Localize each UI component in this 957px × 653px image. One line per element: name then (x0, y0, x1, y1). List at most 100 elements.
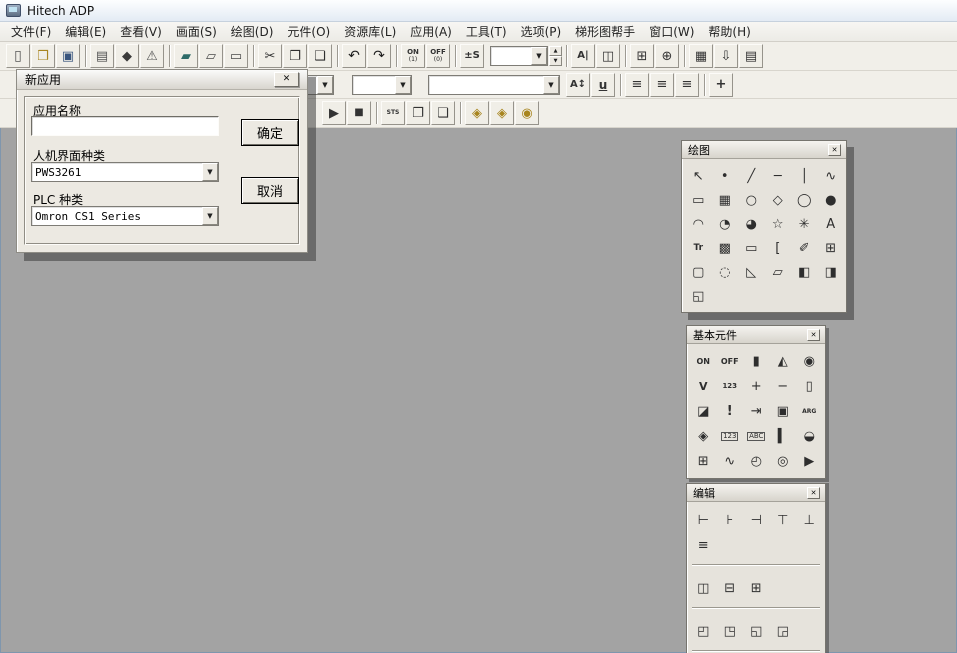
ok-button[interactable]: 确定 (241, 119, 299, 146)
download-icon[interactable]: ⇩ (714, 44, 738, 68)
point-tool[interactable]: • (712, 164, 739, 188)
window-titlebar[interactable]: Hitech ADP (0, 0, 957, 22)
lock-icon-1[interactable]: ◈ (465, 101, 489, 125)
polygon-tool[interactable]: ◇ (765, 188, 792, 212)
underline-icon[interactable]: u (591, 73, 615, 97)
dialog-titlebar[interactable]: 新应用 ✕ (17, 70, 307, 90)
line-tool[interactable]: ╱ (738, 164, 765, 188)
menu-item-object[interactable]: 元件(O) (280, 21, 337, 42)
ellipse-tool[interactable]: ◯ (791, 188, 818, 212)
spin-up-icon[interactable]: ▲ (549, 46, 562, 56)
menu-item-view[interactable]: 查看(V) (113, 21, 169, 42)
menu-item-window[interactable]: 窗口(W) (642, 21, 701, 42)
pie-tool[interactable]: ◔ (712, 212, 739, 236)
state-select-icon[interactable]: ±S (460, 44, 484, 68)
dialog-close-button[interactable]: ✕ (274, 72, 299, 87)
plc-type-combo[interactable]: Omron CS1 Series ▼ (31, 206, 219, 226)
menu-item-file[interactable]: 文件(F) (4, 21, 58, 42)
state-combo-dropdown-button[interactable]: ▼ (531, 47, 547, 65)
align-center-horizontal-icon[interactable]: ⊦ (717, 508, 744, 533)
align-middle-vertical-icon[interactable]: ≡ (690, 533, 717, 558)
parallelogram-tool[interactable]: ▱ (765, 260, 792, 284)
font-size-icon[interactable]: A↕ (566, 73, 590, 97)
grid-icon[interactable]: ⊞ (630, 44, 654, 68)
picture-icon[interactable]: ◫ (596, 44, 620, 68)
value-element[interactable]: V (690, 374, 717, 399)
save-file-icon[interactable]: ▣ (56, 44, 80, 68)
clock-element[interactable]: ◴ (743, 449, 770, 474)
snap-icon[interactable]: ⊕ (655, 44, 679, 68)
app-name-input[interactable] (31, 116, 219, 136)
increment-element[interactable]: + (743, 374, 770, 399)
compile-icon[interactable]: ◆ (115, 44, 139, 68)
draw-palette-close-button[interactable]: ✕ (828, 144, 841, 156)
style-combo-dropdown-button[interactable]: ▼ (395, 76, 411, 94)
plc-combo-dropdown-button[interactable]: ▼ (202, 207, 218, 225)
style-combo[interactable]: ▼ (352, 75, 412, 95)
cancel-button[interactable]: 取消 (241, 177, 299, 204)
table-tool[interactable]: ⊞ (818, 236, 845, 260)
paint-tool[interactable]: ✐ (791, 236, 818, 260)
alarm-icon[interactable]: ⚠ (140, 44, 164, 68)
lamp-element[interactable]: ◉ (796, 349, 823, 374)
screen-button-element[interactable]: ◪ (690, 399, 717, 424)
tile-windows-icon[interactable]: ▦ (689, 44, 713, 68)
arc-tool[interactable]: ◠ (685, 212, 712, 236)
goto-screen-element[interactable]: ⇥ (743, 399, 770, 424)
align-center-icon[interactable]: ≡ (650, 73, 674, 97)
menu-item-library[interactable]: 资源库(L) (337, 21, 403, 42)
copy-icon[interactable]: ❐ (283, 44, 307, 68)
text-tool[interactable]: A (818, 212, 845, 236)
open-file-icon[interactable]: ❒ (31, 44, 55, 68)
save-screen-icon[interactable]: ▭ (224, 44, 248, 68)
font-combo[interactable]: ▼ (428, 75, 560, 95)
circle-tool[interactable]: ○ (738, 188, 765, 212)
align-left-edge-icon[interactable]: ⊢ (690, 508, 717, 533)
trend-element[interactable]: ∿ (717, 449, 744, 474)
off-button-element[interactable]: OFF (717, 349, 744, 374)
open-screen-icon[interactable]: ▱ (199, 44, 223, 68)
basic-palette-close-button[interactable]: ✕ (807, 329, 820, 341)
status-icon[interactable]: STS (381, 101, 405, 125)
half-fill-left-tool[interactable]: ◧ (791, 260, 818, 284)
lock-icon-3[interactable]: ◉ (515, 101, 539, 125)
align-top-edge-icon[interactable]: ⊤ (770, 508, 797, 533)
decrement-element[interactable]: − (770, 374, 797, 399)
basic-palette-titlebar[interactable]: 基本元件 ✕ (687, 326, 825, 344)
menu-item-edit[interactable]: 编辑(E) (58, 21, 113, 42)
scale-tool[interactable]: ◺ (738, 260, 765, 284)
align-right-icon[interactable]: ≡ (675, 73, 699, 97)
cut-icon[interactable]: ✂ (258, 44, 282, 68)
grid-element[interactable]: ⊞ (690, 449, 717, 474)
same-size-icon[interactable]: ⊞ (743, 576, 770, 601)
menu-item-tool[interactable]: 工具(T) (459, 21, 514, 42)
redo-icon[interactable]: ↷ (367, 44, 391, 68)
off-state-button[interactable]: OFF (0) (426, 44, 450, 68)
align-left-icon[interactable]: ≡ (625, 73, 649, 97)
align-right-edge-icon[interactable]: ⊣ (743, 508, 770, 533)
font-combo-dropdown-button[interactable]: ▼ (543, 76, 559, 94)
center-horizontal-icon[interactable]: ◱ (743, 619, 770, 644)
on-state-button[interactable]: ON (1) (401, 44, 425, 68)
menu-item-help[interactable]: 帮助(H) (701, 21, 757, 42)
align-bottom-edge-icon[interactable]: ⊥ (796, 508, 823, 533)
spin-down-icon[interactable]: ▼ (549, 56, 562, 66)
filled-ellipse-tool[interactable]: ● (818, 188, 845, 212)
dial-element[interactable]: ◎ (770, 449, 797, 474)
alarm-display-element[interactable]: ! (717, 399, 744, 424)
frame-tool[interactable]: ▭ (738, 236, 765, 260)
star-tool[interactable]: ☆ (765, 212, 792, 236)
dotted-rect-tool[interactable]: ◌ (712, 260, 739, 284)
toggle-element[interactable]: ◭ (770, 349, 797, 374)
dashed-rect-tool[interactable]: ▢ (685, 260, 712, 284)
spline-tool[interactable]: ∿ (818, 164, 845, 188)
occluded-combo-dropdown-button[interactable]: ▼ (317, 76, 333, 94)
text-cursor-icon[interactable]: A| (571, 44, 595, 68)
copy-screen-icon[interactable]: ❐ (406, 101, 430, 125)
print-icon[interactable]: ▤ (739, 44, 763, 68)
bitmap-tool[interactable]: ▩ (712, 236, 739, 260)
hmi-combo-dropdown-button[interactable]: ▼ (202, 163, 218, 181)
menu-item-ladder-helper[interactable]: 梯形图帮手 (568, 21, 642, 42)
bracket-tool[interactable]: [ (765, 236, 792, 260)
undo-icon[interactable]: ↶ (342, 44, 366, 68)
